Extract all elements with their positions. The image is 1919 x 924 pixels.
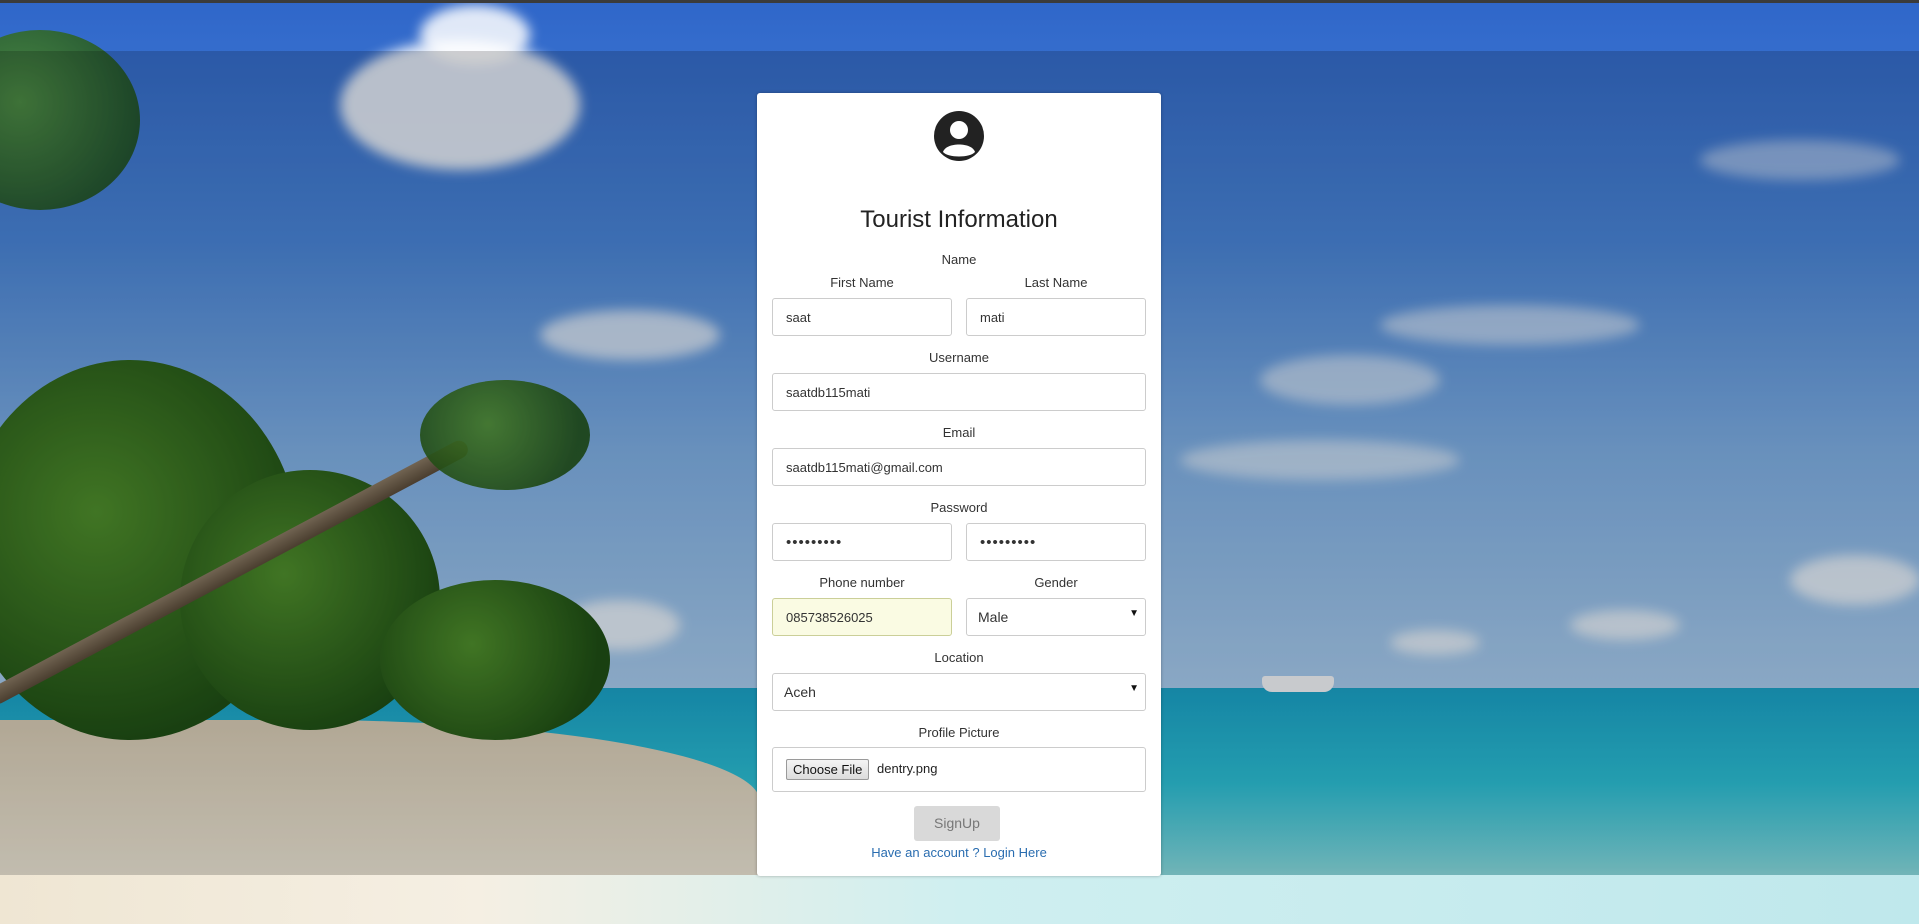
username-label: Username xyxy=(929,350,989,365)
gender-select-value: Male xyxy=(978,609,1009,625)
confirm-password-input[interactable] xyxy=(966,523,1146,561)
login-link[interactable]: Have an account ? Login Here xyxy=(757,845,1161,860)
last-name-label: Last Name xyxy=(1024,275,1088,290)
page-title: Tourist Information xyxy=(860,206,1058,233)
location-select-value: Aceh xyxy=(784,684,816,700)
caret-down-icon: ▼ xyxy=(1129,608,1139,619)
last-name-input[interactable] xyxy=(966,298,1146,336)
signup-card: Tourist Information Name First Name Last… xyxy=(757,93,1161,876)
window-top-strip xyxy=(0,0,1919,3)
choose-file-button[interactable]: Choose File xyxy=(786,759,870,780)
bottom-band xyxy=(0,875,1919,924)
name-label: Name xyxy=(941,252,977,267)
user-circle-icon xyxy=(934,111,984,161)
email-label: Email xyxy=(942,425,976,440)
phone-label: Phone number xyxy=(819,575,905,590)
phone-input[interactable] xyxy=(772,598,952,636)
username-input[interactable] xyxy=(772,373,1146,411)
location-label: Location xyxy=(934,650,984,665)
password-label: Password xyxy=(930,500,988,515)
location-select[interactable]: Aceh ▼ xyxy=(772,673,1146,711)
selected-file-name: dentry.png xyxy=(877,761,938,776)
gender-label: Gender xyxy=(1034,575,1078,590)
email-input[interactable] xyxy=(772,448,1146,486)
gender-select[interactable]: Male ▼ xyxy=(966,598,1146,636)
first-name-input[interactable] xyxy=(772,298,952,336)
first-name-label: First Name xyxy=(830,275,894,290)
profile-picture-label: Profile Picture xyxy=(918,725,1000,740)
profile-picture-input: Choose File dentry.png xyxy=(772,747,1146,792)
password-input[interactable] xyxy=(772,523,952,561)
caret-down-icon: ▼ xyxy=(1129,683,1139,694)
signup-button[interactable]: SignUp xyxy=(914,806,1000,841)
